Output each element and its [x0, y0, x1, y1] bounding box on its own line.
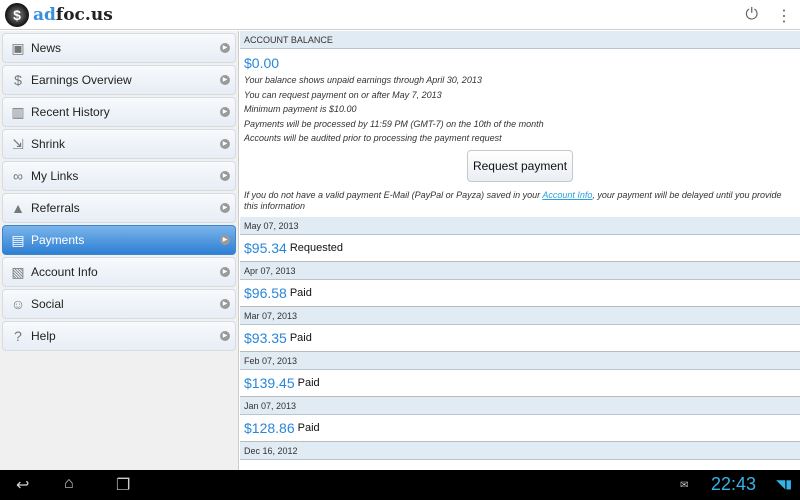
payment-amount: $128.86 — [244, 419, 295, 436]
payment-date: May 07, 2013 — [240, 216, 800, 235]
sidebar-item-label: Payments — [31, 233, 85, 247]
payment-status: Paid — [289, 286, 312, 299]
sidebar-item-label: Earnings Overview — [31, 73, 132, 87]
sidebar-item-account-info[interactable]: ▧ Account Info ▶ — [2, 257, 236, 287]
clock: 22:43 — [710, 474, 756, 494]
payment-row: $139.45 Paid — [240, 370, 800, 397]
payment-amount: $96.58 — [244, 284, 287, 301]
chevron-right-icon: ▶ — [220, 203, 230, 213]
balance-note: Accounts will be audited prior to proces… — [244, 133, 502, 143]
money-bag-icon: $ — [14, 72, 22, 88]
main-content: ACCOUNT BALANCE $0.00 Your balance shows… — [240, 31, 800, 470]
bar-chart-icon: ▥ — [11, 104, 25, 120]
notification-icon[interactable]: ✉ — [680, 480, 688, 491]
balance-note: Minimum payment is $10.00 — [244, 104, 357, 114]
section-header: ACCOUNT BALANCE — [240, 31, 800, 49]
payment-row: $128.86 Paid — [240, 415, 800, 442]
sidebar-item-referrals[interactable]: ▲ Referrals ▶ — [2, 193, 236, 223]
sidebar-item-label: Help — [31, 329, 56, 343]
payment-status: Paid — [289, 331, 312, 344]
sidebar-item-label: Social — [31, 297, 64, 311]
payment-date: Dec 16, 2012 — [240, 441, 800, 460]
refresh-icon[interactable]: ⏻ — [745, 6, 758, 26]
sidebar: ▣ News ▶ $ Earnings Overview ▶ ▥ Recent History… — [0, 31, 239, 470]
news-icon: ▣ — [11, 40, 25, 56]
chevron-right-icon: ▶ — [220, 171, 230, 181]
help-icon: ? — [14, 328, 22, 344]
sidebar-item-label: My Links — [31, 169, 79, 183]
sidebar-item-my-links[interactable]: ∞ My Links ▶ — [2, 161, 236, 191]
payment-amount: $95.34 — [244, 239, 287, 256]
system-nav-bar: ↩ ⌂ ❐ ✉ 22:43 ◥▮ — [0, 470, 800, 500]
sidebar-item-label: Referrals — [31, 201, 80, 215]
chevron-right-icon: ▶ — [220, 107, 230, 117]
sidebar-item-news[interactable]: ▣ News ▶ — [2, 33, 236, 63]
balance-amount: $0.00 — [244, 55, 280, 71]
chevron-right-icon: ▶ — [220, 235, 230, 245]
sidebar-item-earnings-overview[interactable]: $ Earnings Overview ▶ — [2, 65, 236, 95]
payment-amount: $93.35 — [244, 329, 287, 346]
back-icon[interactable]: ↩ — [16, 475, 29, 495]
people-icon: ☺ — [10, 296, 26, 312]
chevron-right-icon: ▶ — [220, 299, 230, 309]
overflow-menu-icon[interactable]: ⋮ — [776, 6, 792, 26]
sidebar-item-label: News — [31, 41, 62, 55]
chevron-right-icon: ▶ — [220, 75, 230, 85]
payment-date: Apr 07, 2013 — [240, 261, 800, 280]
payment-status: Paid — [297, 376, 320, 389]
payment-row: $93.35 Paid — [240, 325, 800, 352]
sidebar-item-shrink[interactable]: ⇲ Shrink ▶ — [2, 129, 236, 159]
payment-date: Mar 07, 2013 — [240, 306, 800, 325]
sidebar-item-label: Recent History — [31, 105, 110, 119]
chevron-right-icon: ▶ — [220, 43, 230, 53]
balance-note: Your balance shows unpaid earnings throu… — [244, 75, 482, 85]
chevron-right-icon: ▶ — [220, 267, 230, 277]
payment-warning: If you do not have a valid payment E-Mai… — [244, 189, 782, 211]
chevron-right-icon: ▶ — [220, 331, 230, 341]
payment-date: Jan 07, 2013 — [240, 396, 800, 415]
pyramid-icon: ▲ — [11, 200, 25, 216]
balance-note: You can request payment on or after May … — [244, 89, 442, 100]
payment-date: Feb 07, 2013 — [240, 351, 800, 370]
sidebar-item-help[interactable]: ? Help ▶ — [2, 321, 236, 351]
sidebar-item-label: Shrink — [31, 137, 66, 151]
account-info-link[interactable]: Account Info — [542, 190, 592, 200]
link-icon: ∞ — [13, 168, 23, 184]
chevron-right-icon: ▶ — [220, 139, 230, 149]
balance-note: Payments will be processed by 11:59 PM (… — [244, 118, 544, 129]
payment-status: Requested — [289, 241, 344, 254]
sidebar-item-social[interactable]: ☺ Social ▶ — [2, 289, 236, 319]
payment-row: $96.58 Paid — [240, 280, 800, 307]
sidebar-item-recent-history[interactable]: ▥ Recent History ▶ — [2, 97, 236, 127]
payment-row: $95.34 Requested — [240, 235, 800, 262]
payment-amount: $139.45 — [244, 374, 295, 391]
sidebar-item-label: Account Info — [31, 265, 98, 279]
shrink-icon: ⇲ — [12, 136, 24, 152]
payment-status: Paid — [297, 421, 320, 434]
recent-apps-icon[interactable]: ❐ — [116, 475, 130, 495]
app-title: adfoc.us — [33, 4, 113, 25]
sidebar-item-payments[interactable]: ▤ Payments ▶ — [2, 225, 236, 255]
payments-icon: ▤ — [11, 232, 25, 248]
document-icon: ▧ — [11, 264, 25, 280]
adfocus-logo-icon: $ — [5, 2, 29, 27]
action-bar: $ adfoc.us ⏻ ⋮ — [0, 0, 800, 30]
wifi-battery-icon: ◥▮ — [776, 477, 792, 491]
request-payment-button[interactable]: Request payment — [466, 149, 574, 182]
home-icon[interactable]: ⌂ — [64, 475, 74, 493]
